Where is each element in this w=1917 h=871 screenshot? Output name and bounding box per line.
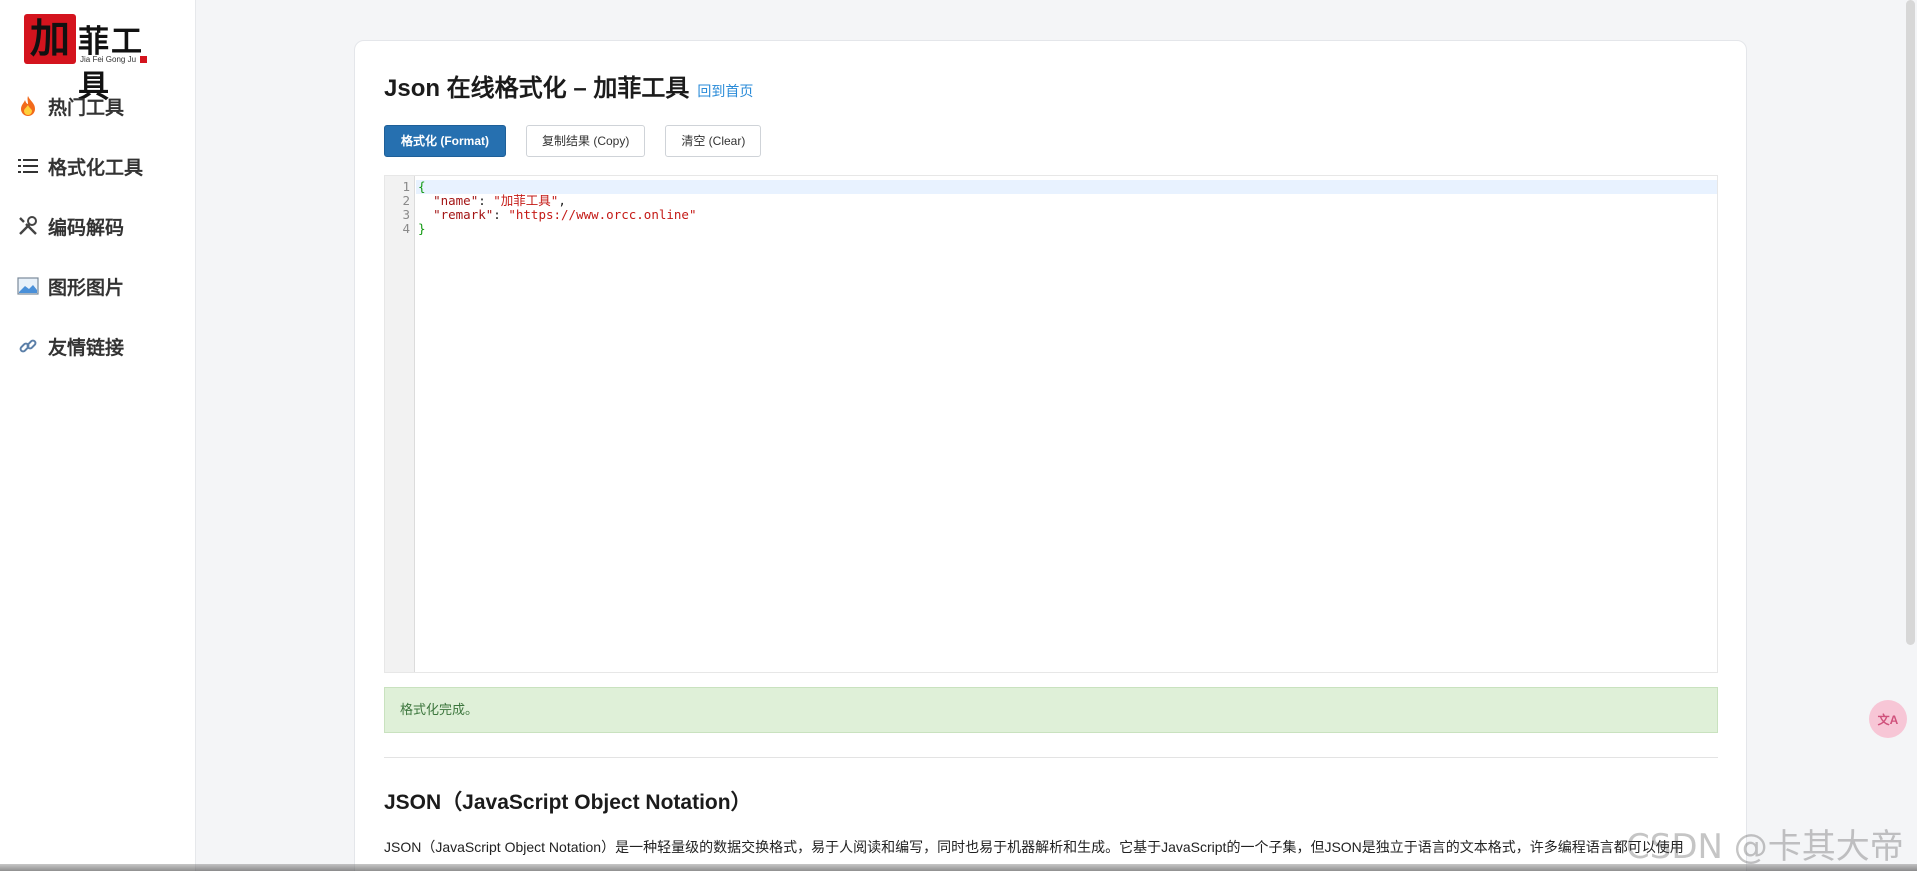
- divider: [384, 757, 1718, 758]
- sidebar-item-label: 友情链接: [48, 337, 125, 359]
- logo-seal: 加: [24, 14, 76, 64]
- code-line: {: [416, 180, 1717, 194]
- code-token: "remark": [433, 207, 494, 222]
- page-title: Json 在线格式化 – 加菲工具: [384, 75, 690, 102]
- home-link[interactable]: 回到首页: [697, 81, 753, 101]
- sidebar-item-label: 图形图片: [48, 277, 125, 299]
- status-message: 格式化完成。: [384, 687, 1718, 733]
- section-paragraph: JSON（JavaScript Object Notation）是一种轻量级的数…: [384, 839, 1684, 855]
- sidebar-item-label: 格式化工具: [48, 157, 144, 179]
- section-title: JSON（JavaScript Object Notation）: [384, 791, 752, 814]
- sidebar-item-label: 热门工具: [48, 97, 125, 119]
- format-button[interactable]: 格式化 (Format): [384, 125, 506, 157]
- copy-button[interactable]: 复制结果 (Copy): [526, 125, 646, 157]
- code-token: :: [493, 207, 509, 222]
- code-token: "加菲工具": [493, 193, 559, 208]
- sidebar-item-encode-decode[interactable]: 编码解码: [0, 196, 196, 256]
- sidebar-nav: 热门工具 格式化工具 编码解码 图形图片 友情链接: [0, 76, 196, 376]
- sidebar: 加 菲工具 Jia Fei Gong Ju 热门工具 格式化工具 编码解码 图形…: [0, 0, 196, 871]
- window-bottom-edge: [0, 864, 1917, 871]
- line-number: 4: [402, 221, 410, 236]
- code-area[interactable]: { "name": "加菲工具", "remark": "https://www…: [416, 180, 1717, 236]
- sidebar-item-format-tools[interactable]: 格式化工具: [0, 136, 196, 196]
- site-logo[interactable]: 加 菲工具 Jia Fei Gong Ju: [24, 14, 169, 105]
- link-icon: [16, 334, 40, 358]
- page-scrollbar[interactable]: [1906, 0, 1915, 645]
- line-number-gutter: 1 2 3 4: [385, 176, 415, 672]
- json-editor[interactable]: 1 2 3 4 { "name": "加菲工具", "remark": "htt…: [384, 175, 1718, 673]
- code-token: ,: [558, 193, 566, 208]
- toolbar: 格式化 (Format) 复制结果 (Copy) 清空 (Clear): [384, 125, 762, 157]
- logo-subtitle: Jia Fei Gong Ju: [80, 55, 137, 64]
- code-line: "name": "加菲工具",: [416, 194, 1717, 208]
- logo-dot: [140, 56, 147, 63]
- fire-icon: [16, 94, 40, 118]
- translate-icon[interactable]: 文A: [1869, 700, 1907, 738]
- line-number: 1: [402, 179, 410, 194]
- code-token: }: [418, 221, 426, 236]
- sidebar-item-hot-tools[interactable]: 热门工具: [0, 76, 196, 136]
- list-icon: [16, 154, 40, 178]
- code-token: "https://www.orcc.online": [508, 207, 697, 222]
- sidebar-item-friend-links[interactable]: 友情链接: [0, 316, 196, 376]
- code-token: :: [478, 193, 494, 208]
- sidebar-item-label: 编码解码: [48, 217, 125, 239]
- line-number: 2: [402, 193, 410, 208]
- tools-icon: [16, 214, 40, 238]
- code-token: {: [418, 179, 426, 194]
- image-icon: [16, 274, 40, 298]
- title-row: Json 在线格式化 – 加菲工具 回到首页: [384, 68, 753, 103]
- watermark: CSDN @卡其大帝: [1626, 827, 1904, 867]
- sidebar-item-graphics-images[interactable]: 图形图片: [0, 256, 196, 316]
- main-card: Json 在线格式化 – 加菲工具 回到首页 格式化 (Format) 复制结果…: [354, 40, 1747, 871]
- code-line: "remark": "https://www.orcc.online": [416, 208, 1717, 222]
- line-number: 3: [402, 207, 410, 222]
- code-line: }: [416, 222, 1717, 236]
- clear-button[interactable]: 清空 (Clear): [665, 125, 762, 157]
- code-token: "name": [433, 193, 479, 208]
